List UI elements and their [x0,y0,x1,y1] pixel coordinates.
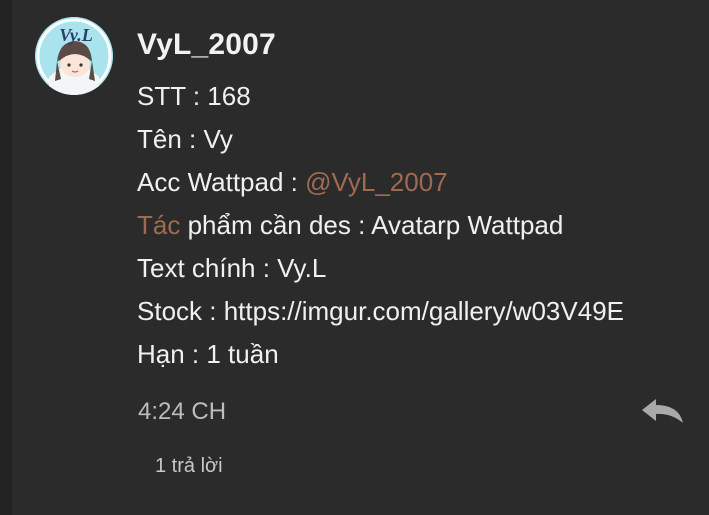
comment-line: Tên : Vy [137,120,624,163]
replies-link[interactable]: 1 trả lời [155,455,223,478]
avatar-text: Vy.L [59,25,93,45]
line-text: Text chính : Vy.L [137,253,327,283]
comment-line: Hạn : 1 tuần [137,335,624,378]
comment-username[interactable]: VyL_2007 [137,28,276,62]
line-suffix: phẩm cần des : Avatarp Wattpad [180,210,564,240]
avatar[interactable]: Vy.L [35,17,113,95]
line-text: STT : 168 [137,81,251,111]
mention-link[interactable]: @VyL_2007 [305,167,448,197]
line-accent: Tác [137,210,181,240]
line-text: Tên : Vy [137,124,233,154]
comment-card: Vy.L VyL_2007 STT : 168 Tên : Vy Acc Wat… [0,0,709,515]
line-text: Hạn : 1 tuần [137,339,279,369]
comment-line: Acc Wattpad : @VyL_2007 [137,163,624,206]
comment-line: Text chính : Vy.L [137,249,624,292]
line-text: Acc Wattpad : [137,167,306,197]
comment-line: Tác phẩm cần des : Avatarp Wattpad [137,206,624,249]
reply-arrow-icon[interactable] [641,398,685,424]
avatar-illustration: Vy.L [35,17,113,95]
line-text: Stock : https://imgur.com/gallery/w03V49… [137,296,624,326]
comment-line: STT : 168 [137,77,624,120]
comment-line: Stock : https://imgur.com/gallery/w03V49… [137,292,624,335]
comment-timestamp: 4:24 CH [138,398,227,425]
left-edge [0,0,12,515]
comment-body: STT : 168 Tên : Vy Acc Wattpad : @VyL_20… [137,77,624,378]
